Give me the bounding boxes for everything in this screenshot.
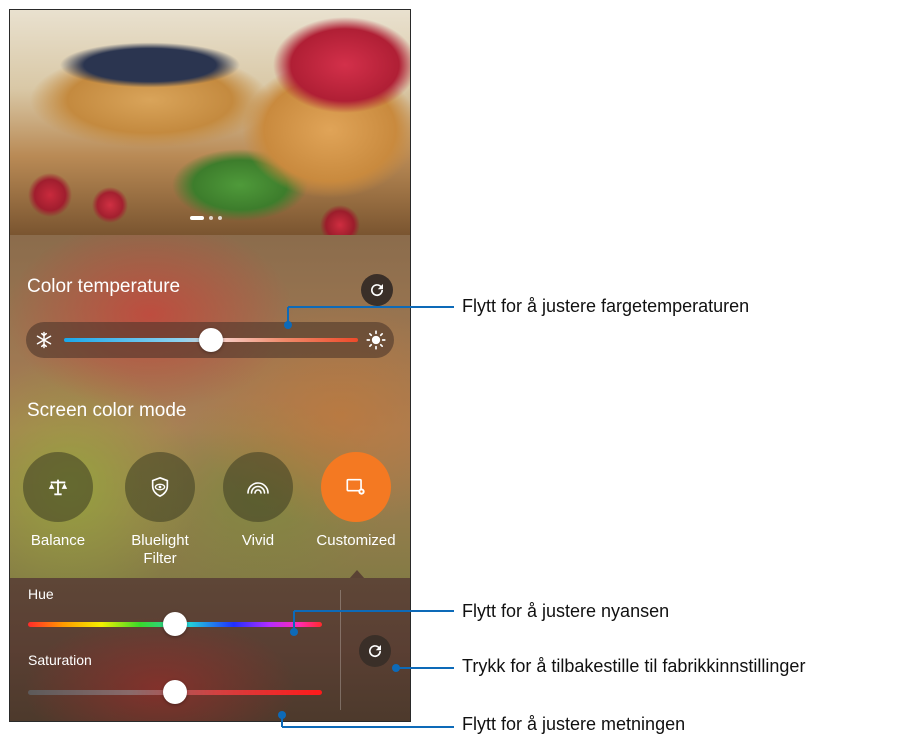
mode-vivid-label: Vivid [241, 532, 275, 549]
mode-bluelight-circle[interactable] [125, 452, 195, 522]
callout-text-reset: Trykk for å tilbakestille til fabrikkinn… [462, 656, 806, 676]
eye-shield-icon [151, 476, 169, 498]
screen-color-mode-title: Screen color mode [27, 400, 187, 421]
callout-line-hue [294, 610, 454, 612]
sun-icon [366, 330, 386, 350]
pager-indicator [190, 216, 222, 220]
custom-adjust-panel: Hue Saturation [10, 578, 410, 721]
manual-figure: Color temperature Screen color mode Bala… [0, 0, 908, 739]
snowflake-icon [34, 330, 54, 350]
color-temperature-reset-button[interactable] [361, 274, 393, 306]
hue-slider-thumb[interactable] [163, 612, 187, 636]
mode-balance-label: Balance [30, 532, 86, 549]
callout-text-temperature: Flytt for å justere fargetemperaturen [462, 296, 750, 316]
mode-customized-label: Customized [316, 532, 396, 549]
saturation-label: Saturation [28, 652, 92, 668]
mode-vivid[interactable]: Vivid [210, 452, 306, 550]
mode-customized-circle[interactable] [321, 452, 391, 522]
mode-bluelight-label: Bluelight Filter [131, 532, 189, 567]
callout-line-temperature [288, 306, 454, 308]
color-temperature-thumb[interactable] [199, 328, 223, 352]
color-mode-options: Balance Bluelight Filter Vivid Customize… [10, 452, 410, 582]
pager-dot [218, 216, 222, 220]
callout-text-saturation: Flytt for å justere metningen [462, 714, 686, 734]
custom-reset-button[interactable] [359, 635, 391, 667]
panel-divider [340, 590, 341, 710]
phone-screen: Color temperature Screen color mode Bala… [9, 9, 411, 722]
callout-text-hue: Flytt for å justere nyansen [462, 601, 670, 621]
saturation-slider-thumb[interactable] [163, 680, 187, 704]
hue-label: Hue [28, 586, 54, 602]
color-temperature-title: Color temperature [27, 276, 181, 297]
pager-dot-active [190, 216, 204, 220]
refresh-icon [369, 645, 382, 658]
callout-line-reset [396, 667, 454, 669]
mode-balance[interactable]: Balance [10, 452, 106, 550]
callout-connector-temperature [287, 307, 289, 325]
refresh-icon [371, 284, 384, 297]
scale-icon [48, 479, 68, 496]
mode-bluelight-filter[interactable]: Bluelight Filter [112, 452, 208, 568]
color-temperature-slider[interactable] [26, 322, 394, 358]
header-photo [10, 10, 410, 235]
rainbow-icon [247, 482, 269, 494]
callout-line-saturation [282, 726, 454, 728]
mode-customized[interactable]: Customized [308, 452, 404, 550]
custom-screen-icon [346, 478, 365, 495]
callout-connector-hue [293, 611, 295, 632]
mode-vivid-circle[interactable] [223, 452, 293, 522]
mode-balance-circle[interactable] [23, 452, 93, 522]
pager-dot [209, 216, 213, 220]
